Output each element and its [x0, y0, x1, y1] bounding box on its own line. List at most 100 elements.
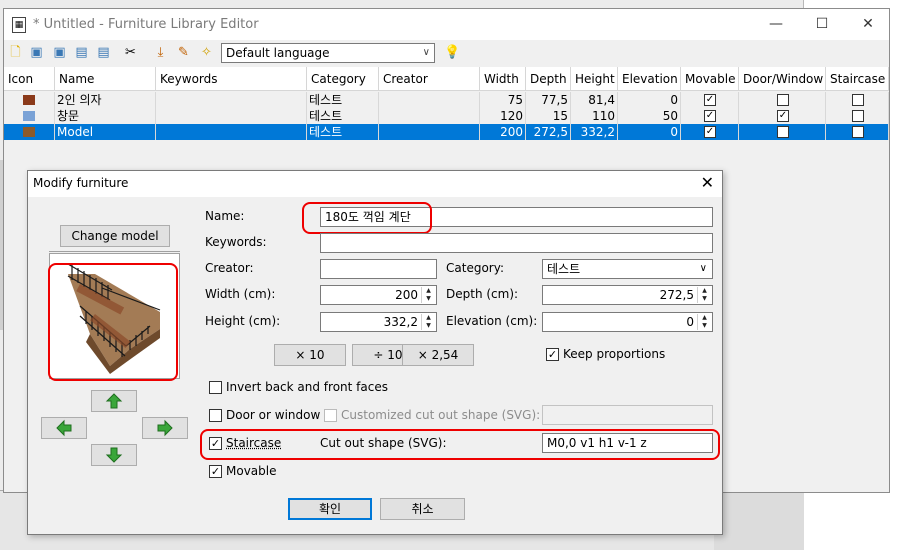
- custom-cut-label: Customized cut out shape (SVG):: [341, 408, 541, 422]
- width-label: Width (cm):: [205, 287, 276, 301]
- import-icon[interactable]: ⤓: [152, 44, 169, 61]
- merge-icon[interactable]: ▣: [51, 44, 68, 61]
- door-checkbox[interactable]: [777, 126, 789, 138]
- dialog-title-bar: Modify furniture ✕: [28, 171, 722, 197]
- keywords-input[interactable]: [320, 233, 713, 253]
- highlight-name: [302, 202, 432, 234]
- cancel-button[interactable]: 취소: [380, 498, 465, 520]
- header-width[interactable]: Width: [480, 67, 526, 91]
- window-edge: [0, 160, 3, 330]
- change-model-button[interactable]: Change model: [60, 225, 170, 247]
- width-value: 200: [395, 288, 418, 302]
- delete-icon[interactable]: ✧: [198, 44, 215, 61]
- background-strip: [714, 490, 804, 550]
- rotate-up-button[interactable]: [91, 390, 137, 412]
- stair-checkbox[interactable]: [852, 94, 864, 106]
- movable-checkbox[interactable]: ✓: [209, 465, 222, 478]
- rotate-left-button[interactable]: [41, 417, 87, 439]
- maximize-button[interactable]: ☐: [799, 9, 845, 40]
- multiply-254-button[interactable]: × 2,54: [402, 344, 474, 366]
- cell-creator: [379, 92, 480, 108]
- preferences-icon[interactable]: ✂: [122, 44, 139, 61]
- cell-category: 테스트: [307, 92, 379, 108]
- language-select[interactable]: Default language ∨: [221, 43, 435, 63]
- depth-spinner[interactable]: 272,5 ▲ ▼: [542, 285, 713, 305]
- open-icon[interactable]: ▣: [28, 44, 45, 61]
- creator-label: Creator:: [205, 261, 254, 275]
- door-checkbox[interactable]: [777, 94, 789, 106]
- header-staircase[interactable]: Staircase: [826, 67, 889, 91]
- minimize-button[interactable]: —: [753, 9, 799, 40]
- header-name[interactable]: Name: [55, 67, 156, 91]
- door-checkbox[interactable]: ✓: [777, 110, 789, 122]
- new-file-icon[interactable]: 🗋: [7, 44, 24, 61]
- category-label: Category:: [446, 261, 504, 275]
- movable-checkbox[interactable]: ✓: [704, 94, 716, 106]
- movable-checkbox[interactable]: ✓: [704, 110, 716, 122]
- furniture-thumbnail-icon: [4, 108, 55, 124]
- spin-arrows-icon[interactable]: ▲ ▼: [697, 314, 711, 330]
- keep-proportions-checkbox[interactable]: ✓: [546, 348, 559, 361]
- cell-keywords: [156, 108, 307, 124]
- header-movable[interactable]: Movable: [681, 67, 739, 91]
- header-keywords[interactable]: Keywords: [156, 67, 307, 91]
- elevation-value: 0: [686, 315, 694, 329]
- toolbar: 🗋 ▣ ▣ ▤ ▤ ✂ ⤓ ✎ ✧ Default language ∨ 💡: [4, 40, 889, 65]
- movable-checkbox[interactable]: ✓: [704, 126, 716, 138]
- category-value: 테스트: [547, 262, 581, 276]
- width-spinner[interactable]: 200 ▲ ▼: [320, 285, 437, 305]
- chevron-down-icon: ∨: [422, 47, 430, 58]
- table-row[interactable]: 창문 테스트 120 15 110 50 ✓ ✓: [4, 108, 889, 124]
- save-as-icon[interactable]: ▤: [95, 44, 112, 61]
- cell-height: 81,4: [571, 92, 618, 108]
- height-spinner[interactable]: 332,2 ▲ ▼: [320, 312, 437, 332]
- stair-checkbox[interactable]: [852, 110, 864, 122]
- spin-arrows-icon[interactable]: ▲ ▼: [697, 287, 711, 303]
- modify-furniture-dialog: Modify furniture ✕ Change model Name: 18…: [27, 170, 723, 535]
- cell-door: [739, 92, 826, 108]
- table-row[interactable]: Model 테스트 200 272,5 332,2 0 ✓: [4, 124, 889, 140]
- invert-faces-checkbox[interactable]: [209, 381, 222, 394]
- elevation-spinner[interactable]: 0 ▲ ▼: [542, 312, 713, 332]
- close-button[interactable]: ✕: [845, 9, 891, 40]
- depth-label: Depth (cm):: [446, 287, 519, 301]
- language-value: Default language: [226, 46, 330, 60]
- help-icon[interactable]: 💡: [444, 44, 461, 61]
- cell-door: [739, 124, 826, 140]
- header-icon[interactable]: Icon: [4, 67, 55, 91]
- header-height[interactable]: Height: [571, 67, 618, 91]
- spin-arrows-icon[interactable]: ▲ ▼: [421, 314, 435, 330]
- cell-depth: 77,5: [526, 92, 571, 108]
- highlight-staircase: [200, 429, 720, 460]
- header-creator[interactable]: Creator: [379, 67, 480, 91]
- custom-cut-input: [542, 405, 713, 425]
- cell-category: 테스트: [307, 124, 379, 140]
- header-door-window[interactable]: Door/Window: [739, 67, 826, 91]
- rotate-down-button[interactable]: [91, 444, 137, 466]
- cell-keywords: [156, 92, 307, 108]
- multiply-10-button[interactable]: × 10: [274, 344, 346, 366]
- door-window-checkbox[interactable]: [209, 409, 222, 422]
- arrow-left-icon: [56, 419, 72, 437]
- spin-arrows-icon[interactable]: ▲ ▼: [421, 287, 435, 303]
- stair-checkbox[interactable]: [852, 126, 864, 138]
- header-elevation[interactable]: Elevation: [618, 67, 681, 91]
- table-row[interactable]: 2인 의자 테스트 75 77,5 81,4 0 ✓: [4, 92, 889, 108]
- category-select[interactable]: 테스트 ∨: [542, 259, 713, 279]
- rotate-right-button[interactable]: [142, 417, 188, 439]
- header-category[interactable]: Category: [307, 67, 379, 91]
- save-icon[interactable]: ▤: [73, 44, 90, 61]
- movable-label: Movable: [226, 464, 277, 478]
- cell-door: ✓: [739, 108, 826, 124]
- dialog-close-icon[interactable]: ✕: [701, 173, 714, 192]
- ok-button[interactable]: 확인: [288, 498, 372, 520]
- modify-icon[interactable]: ✎: [175, 44, 192, 61]
- cell-keywords: [156, 124, 307, 140]
- keywords-label: Keywords:: [205, 235, 267, 249]
- invert-faces-label: Invert back and front faces: [226, 380, 388, 394]
- header-depth[interactable]: Depth: [526, 67, 571, 91]
- creator-input[interactable]: [320, 259, 437, 279]
- custom-cut-checkbox[interactable]: [324, 409, 337, 422]
- arrow-up-icon: [105, 393, 123, 409]
- cell-movable: ✓: [681, 92, 739, 108]
